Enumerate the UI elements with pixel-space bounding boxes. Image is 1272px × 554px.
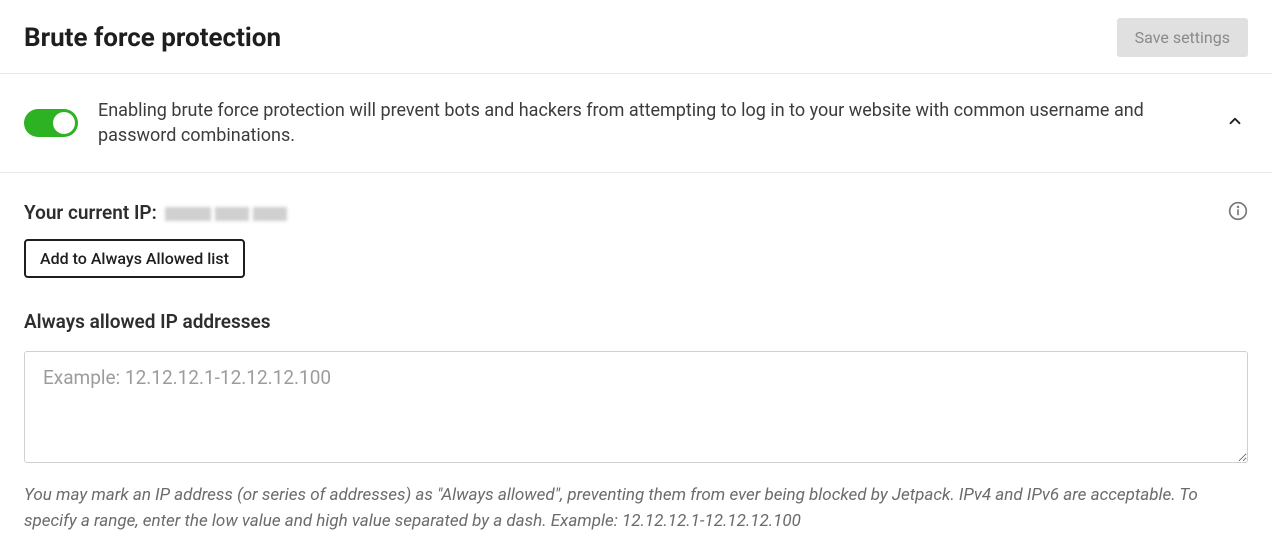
toggle-description: Enabling brute force protection will pre… [98,98,1202,148]
page-title: Brute force protection [24,23,281,53]
current-ip-label: Your current IP: [24,201,157,224]
allowed-ip-help-text: You may mark an IP address (or series of… [24,483,1248,534]
chevron-up-icon[interactable] [1222,108,1248,138]
current-ip-row: Your current IP: [24,201,1248,225]
brute-force-toggle[interactable] [24,109,78,137]
info-icon[interactable] [1228,201,1248,225]
toggle-knob [53,112,75,134]
save-button[interactable]: Save settings [1117,18,1248,57]
toggle-section: Enabling brute force protection will pre… [0,74,1272,173]
settings-header: Brute force protection Save settings [0,0,1272,74]
allowed-ip-textarea[interactable] [24,351,1248,463]
allowed-ip-label: Always allowed IP addresses [24,310,1248,333]
add-to-allowed-button[interactable]: Add to Always Allowed list [24,239,245,278]
settings-body: Your current IP: Add to Always Allowed l… [0,173,1272,554]
current-ip-value-obscured [165,206,291,225]
